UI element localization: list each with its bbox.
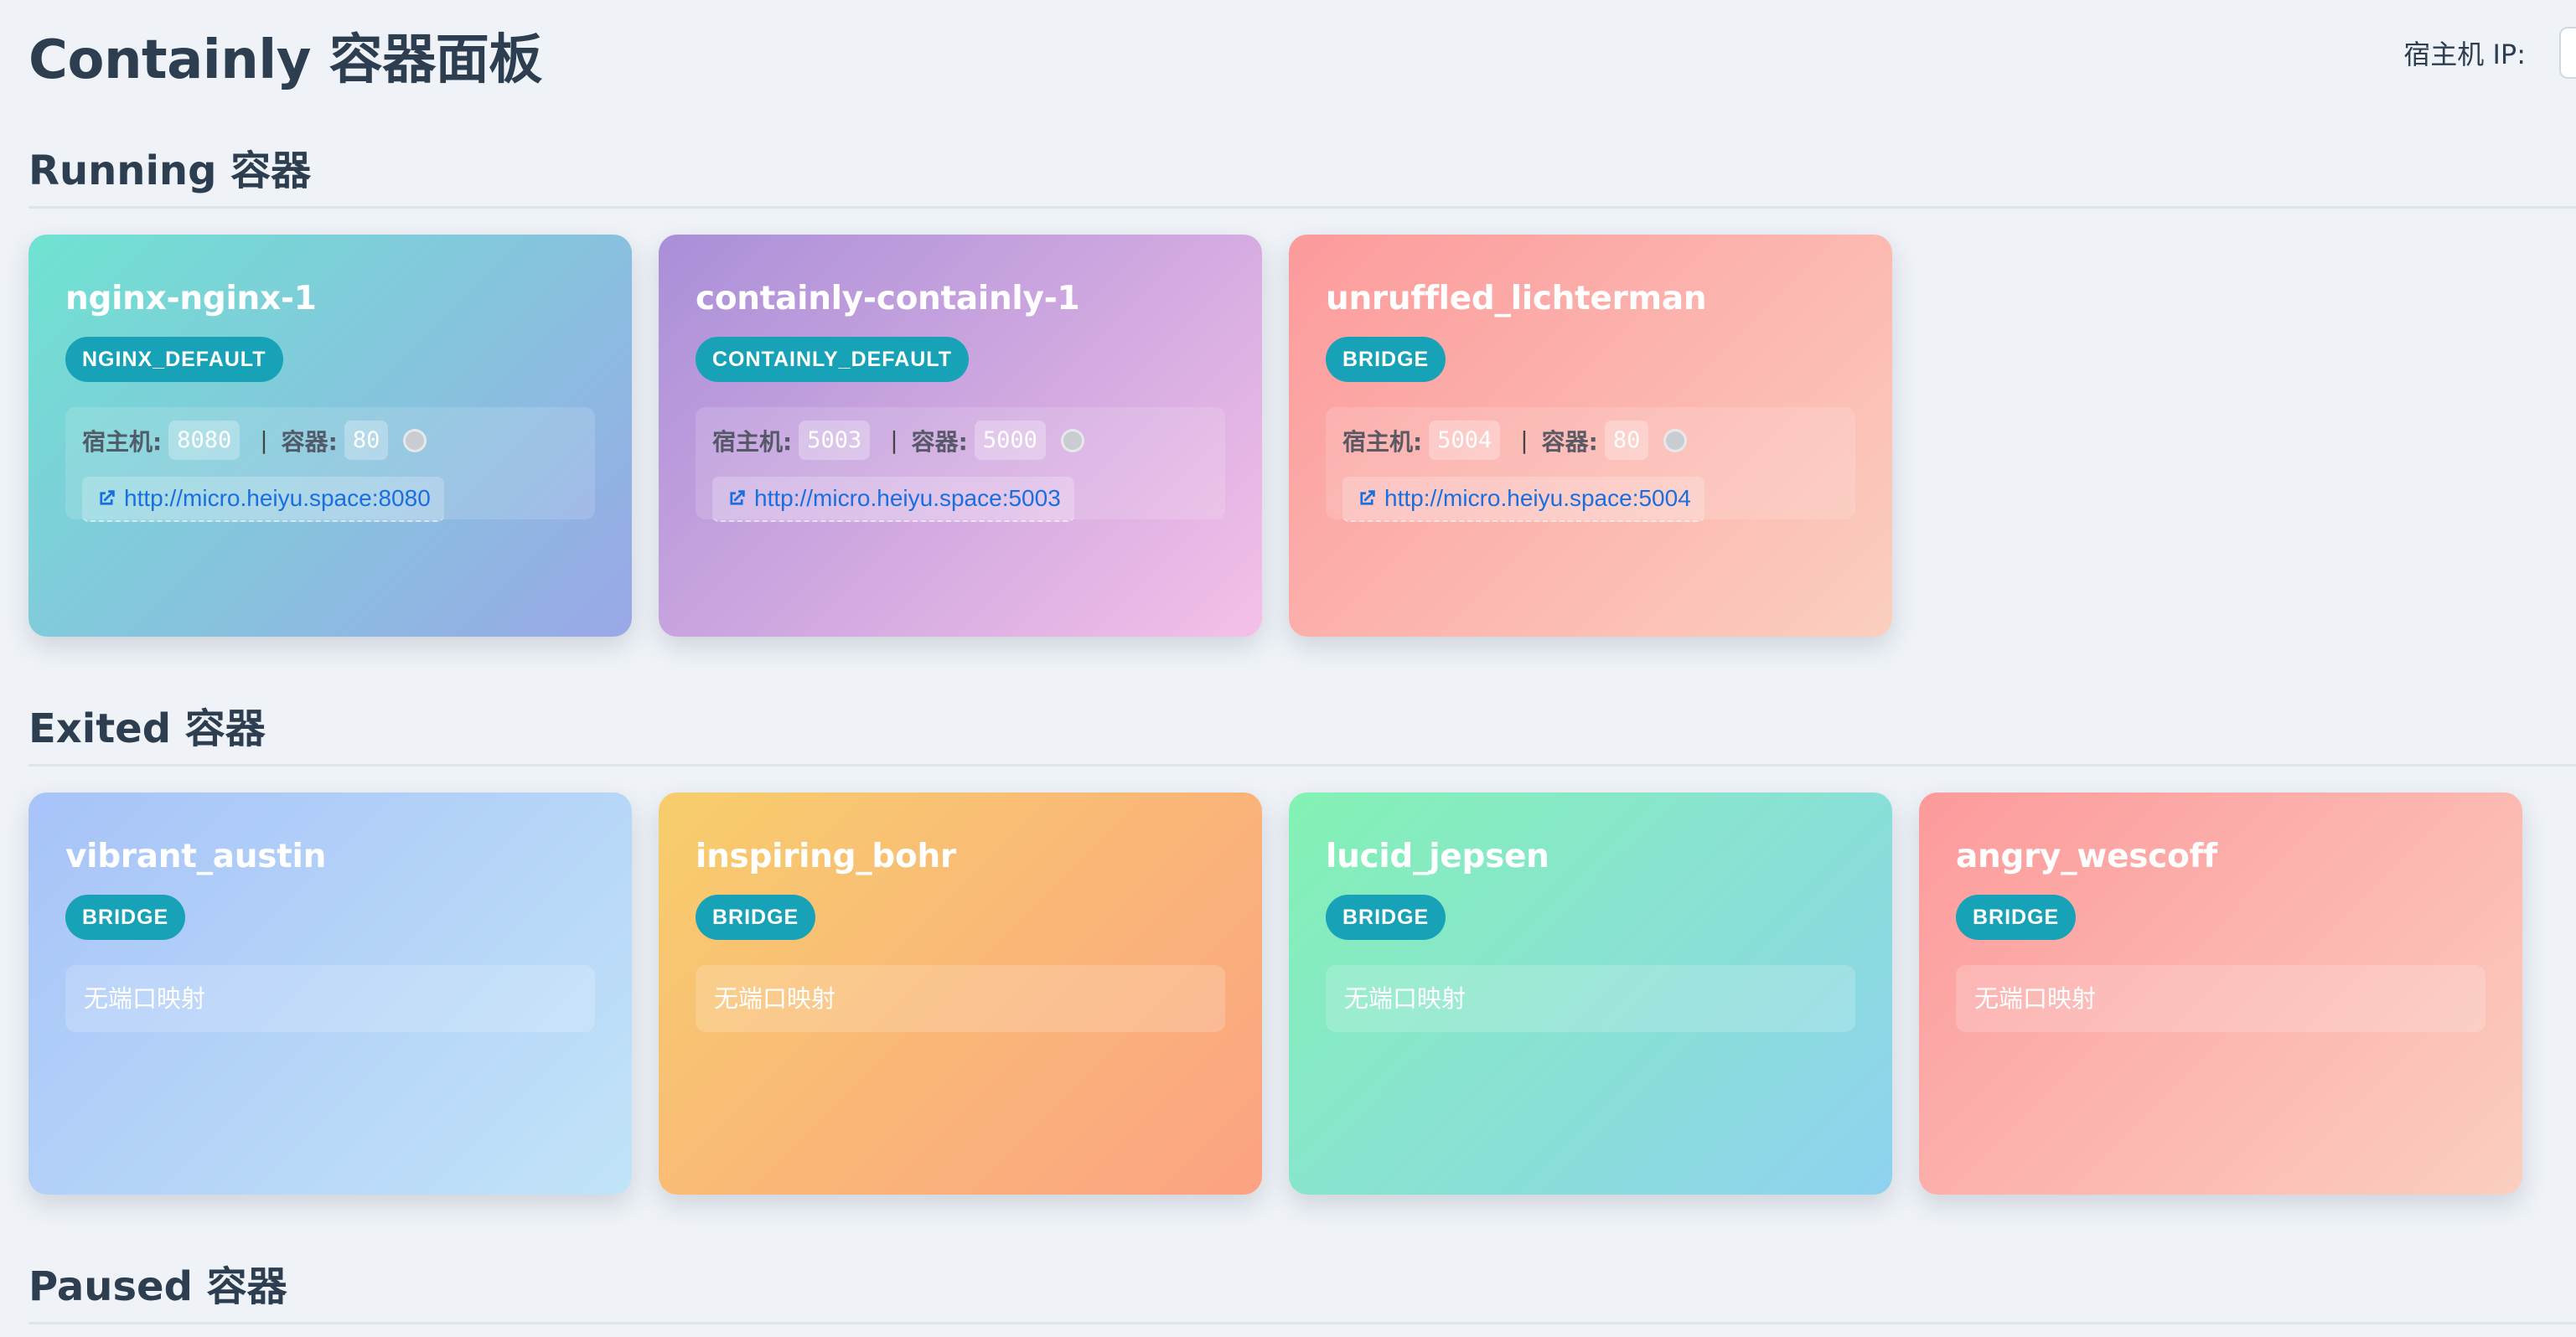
running-card-list: nginx-nginx-1 NGINX_DEFAULT 宿主机: 8080 | … (28, 235, 1892, 637)
section-divider (28, 1322, 2576, 1324)
port-separator: | (260, 426, 268, 454)
port-line: 宿主机: 8080 | 容器: 80 (82, 421, 578, 460)
status-dot-icon (403, 428, 427, 452)
port-link-row[interactable]: http://micro.heiyu.space:5003 (712, 477, 1074, 522)
network-badge: BRIDGE (696, 895, 816, 940)
host-ip-label: 宿主机 IP: (2403, 39, 2526, 70)
port-link[interactable]: http://micro.heiyu.space:8080 (124, 485, 431, 512)
port-line: 宿主机: 5004 | 容器: 80 (1342, 421, 1839, 460)
host-port-value: 5004 (1429, 421, 1501, 460)
page-title: Containly 容器面板 (28, 29, 542, 91)
container-name: vibrant_austin (65, 838, 327, 875)
no-ports-message: 无端口映射 (1326, 965, 1855, 1032)
no-ports-message: 无端口映射 (65, 965, 595, 1032)
container-port-value: 80 (344, 421, 389, 460)
port-line: 宿主机: 5003 | 容器: 5000 (712, 421, 1208, 460)
status-dot-icon (1663, 428, 1688, 452)
network-badge: CONTAINLY_DEFAULT (696, 337, 969, 382)
container-port-value: 5000 (974, 421, 1046, 460)
container-port-value: 80 (1604, 421, 1649, 460)
host-ip-input[interactable] (2559, 27, 2576, 79)
port-link[interactable]: http://micro.heiyu.space:5004 (1384, 485, 1691, 512)
container-card[interactable]: lucid_jepsen BRIDGE 无端口映射 (1289, 792, 1892, 1195)
container-port-label: 容器: (1541, 427, 1598, 456)
port-separator: | (890, 426, 898, 454)
host-port-label: 宿主机: (1342, 427, 1423, 456)
container-name: angry_wescoff (1956, 838, 2217, 875)
section-title-paused: Paused 容器 (28, 1263, 287, 1310)
port-link-row[interactable]: http://micro.heiyu.space:8080 (82, 477, 444, 522)
network-badge: BRIDGE (65, 895, 186, 940)
host-ip-control: 宿主机 IP: (2403, 25, 2576, 80)
container-card[interactable]: vibrant_austin BRIDGE 无端口映射 (28, 792, 632, 1195)
network-badge: NGINX_DEFAULT (65, 337, 283, 382)
exited-card-list: vibrant_austin BRIDGE 无端口映射 inspiring_bo… (28, 792, 2522, 1195)
port-separator: | (1520, 426, 1529, 454)
container-name: nginx-nginx-1 (65, 280, 317, 317)
container-card[interactable]: nginx-nginx-1 NGINX_DEFAULT 宿主机: 8080 | … (28, 235, 632, 637)
network-badge: BRIDGE (1956, 895, 2077, 940)
port-link-row[interactable]: http://micro.heiyu.space:5004 (1342, 477, 1704, 522)
no-ports-message: 无端口映射 (1956, 965, 2485, 1032)
container-port-label: 容器: (281, 427, 338, 456)
container-card[interactable]: inspiring_bohr BRIDGE 无端口映射 (659, 792, 1262, 1195)
port-mapping: 宿主机: 5004 | 容器: 80 http://micro.heiyu.sp… (1326, 407, 1855, 522)
container-port-label: 容器: (911, 427, 968, 456)
container-name: containly-containly-1 (696, 280, 1080, 317)
host-port-value: 8080 (168, 421, 241, 460)
external-link-icon (730, 490, 745, 505)
section-title-exited: Exited 容器 (28, 705, 266, 752)
external-link-icon (1360, 490, 1375, 505)
host-port-value: 5003 (799, 421, 871, 460)
no-ports-message: 无端口映射 (696, 965, 1225, 1032)
network-badge: BRIDGE (1326, 895, 1446, 940)
container-card[interactable]: unruffled_lichterman BRIDGE 宿主机: 5004 | … (1289, 235, 1892, 637)
container-name: unruffled_lichterman (1326, 280, 1707, 317)
external-link-icon (100, 490, 115, 505)
container-name: lucid_jepsen (1326, 838, 1549, 875)
section-divider (28, 764, 2576, 767)
host-port-label: 宿主机: (82, 427, 163, 456)
port-mapping: 宿主机: 8080 | 容器: 80 http://micro.heiyu.sp… (65, 407, 595, 522)
section-divider (28, 206, 2576, 209)
port-mapping: 宿主机: 5003 | 容器: 5000 http://micro.heiyu.… (696, 407, 1225, 522)
network-badge: BRIDGE (1326, 337, 1446, 382)
section-title-running: Running 容器 (28, 147, 312, 194)
port-link[interactable]: http://micro.heiyu.space:5003 (754, 485, 1061, 512)
container-card[interactable]: angry_wescoff BRIDGE 无端口映射 (1919, 792, 2522, 1195)
container-card[interactable]: containly-containly-1 CONTAINLY_DEFAULT … (659, 235, 1262, 637)
status-dot-icon (1060, 428, 1084, 452)
host-port-label: 宿主机: (712, 427, 793, 456)
container-name: inspiring_bohr (696, 838, 956, 875)
